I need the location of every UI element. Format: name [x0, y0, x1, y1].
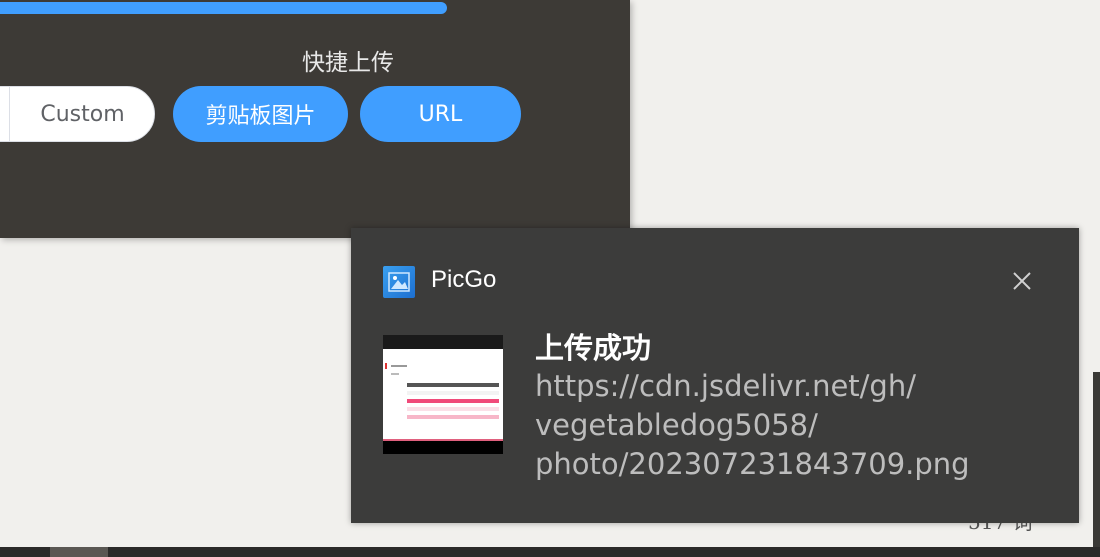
- notification-title: 上传成功: [535, 331, 652, 365]
- clipboard-image-button[interactable]: 剪贴板图片: [173, 86, 348, 142]
- button-group-divider: [9, 87, 10, 141]
- picgo-app-icon: [383, 266, 415, 298]
- clipboard-image-button-label: 剪贴板图片: [205, 104, 316, 129]
- notification-app-name: PicGo: [431, 266, 497, 293]
- quick-upload-title: 快捷上传: [302, 50, 394, 76]
- close-icon[interactable]: [1007, 266, 1037, 296]
- url-button[interactable]: URL: [360, 86, 521, 142]
- bottom-strip: [0, 547, 1100, 557]
- custom-button[interactable]: Custom: [0, 86, 155, 142]
- notification-url-line: vegetabledog5058/: [535, 408, 818, 442]
- notification-url-line: photo/202307231843709.png: [535, 447, 970, 481]
- custom-button-label: Custom: [40, 101, 125, 127]
- notification-url-line: https://cdn.jsdelivr.net/gh/: [535, 369, 916, 403]
- notification-body: https://cdn.jsdelivr.net/gh/ vegetabledo…: [535, 367, 1055, 484]
- scrollbar[interactable]: [1093, 372, 1100, 557]
- picgo-upload-window: 快捷上传 Custom 剪贴板图片 URL: [0, 0, 630, 238]
- uploaded-image-thumbnail: [383, 335, 503, 454]
- url-button-label: URL: [418, 101, 463, 127]
- upload-success-notification[interactable]: PicGo 上传成功 https://cdn.jsdelivr.net/gh/ …: [351, 228, 1079, 523]
- upload-progress-bar: [0, 2, 447, 14]
